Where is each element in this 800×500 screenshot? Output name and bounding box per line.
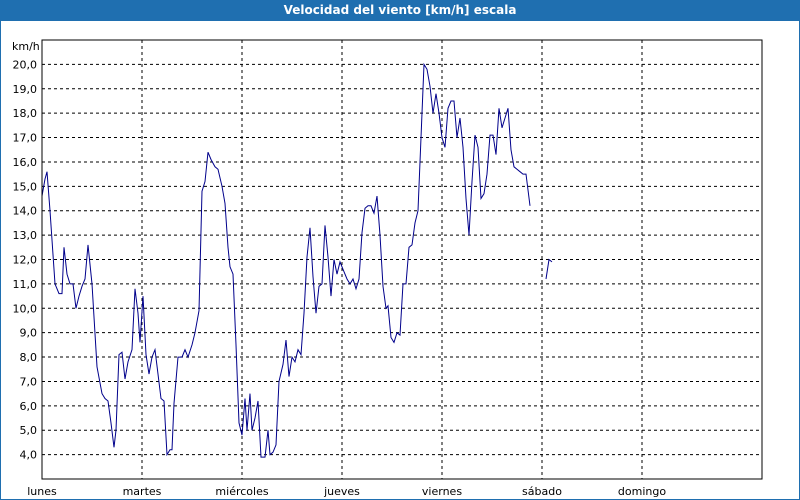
- series-line: [545, 258, 553, 280]
- y-tick-label: 16,0: [13, 156, 38, 169]
- wind-speed-chart: 4,0 5,0 6,0 7,0 8,0 9,0 10,0 11,0 12,0 13,0 14,0 15…: [12, 39, 763, 498]
- y-tick-label: 11,0: [13, 278, 38, 291]
- y-tick-label: 14,0: [13, 205, 38, 218]
- y-axis-label: km/h: [12, 40, 40, 53]
- x-tick-day: martes: [123, 485, 162, 498]
- x-tick-day: viernes: [422, 485, 462, 498]
- y-tick-label: 19,0: [13, 83, 38, 96]
- y-tick-label: 13,0: [13, 229, 38, 242]
- y-tick-label: 10,0: [13, 302, 38, 315]
- y-tick-label: 9,0: [20, 327, 38, 340]
- y-tick-label: 15,0: [13, 180, 38, 193]
- x-tick-day: lunes: [27, 485, 57, 498]
- x-tick-day: miércoles: [215, 485, 268, 498]
- x-tick-day: sábado: [522, 485, 562, 498]
- y-tick-label: 4,0: [20, 449, 38, 462]
- y-tick-label: 5,0: [20, 424, 38, 437]
- y-tick-label: 7,0: [20, 375, 38, 388]
- y-tick-label: 18,0: [13, 107, 38, 120]
- y-tick-label: 8,0: [20, 351, 38, 364]
- x-tick-day: jueves: [323, 485, 360, 498]
- x-tick-day: domingo: [618, 485, 666, 498]
- chart-title: Velocidad del viento [km/h] escala: [0, 0, 800, 21]
- y-tick-label: 17,0: [13, 132, 38, 145]
- y-tick-label: 12,0: [13, 254, 38, 267]
- y-tick-label: 20,0: [13, 58, 38, 71]
- y-tick-label: 6,0: [20, 400, 38, 413]
- series-line: [41, 62, 531, 458]
